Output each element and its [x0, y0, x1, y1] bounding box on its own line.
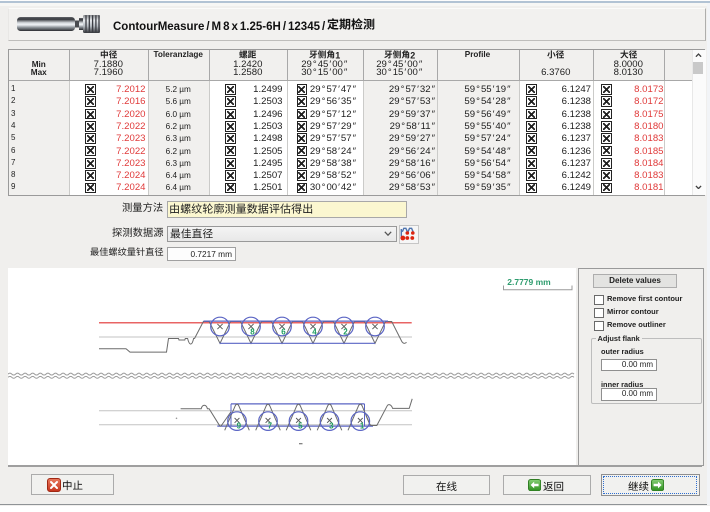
- svg-text:8: 8: [250, 327, 255, 336]
- svg-text:2.7779 mm: 2.7779 mm: [507, 277, 551, 287]
- svg-text:5: 5: [298, 421, 303, 430]
- svg-text:1: 1: [360, 421, 365, 430]
- svg-text:2: 2: [343, 327, 348, 336]
- svg-text:9: 9: [237, 421, 242, 430]
- svg-text:3: 3: [329, 421, 334, 430]
- svg-text:7: 7: [268, 421, 273, 430]
- svg-text:4: 4: [312, 327, 317, 336]
- svg-text:6: 6: [281, 327, 286, 336]
